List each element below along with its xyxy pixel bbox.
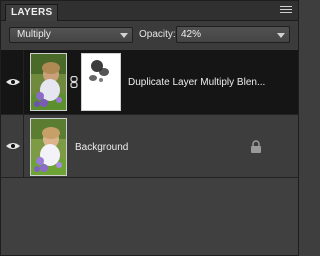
panel-menu-icon[interactable] [280,4,292,17]
visibility-toggle[interactable] [1,50,24,114]
panel-header: LAYERS [1,1,298,21]
layer-thumbnail[interactable] [30,118,67,176]
chain-link-icon[interactable] [70,76,78,88]
blend-mode-value: Multiply [17,29,51,40]
layer-controls: Multiply Opacity: 42% [1,22,298,49]
eye-icon [6,143,20,149]
opacity-label: Opacity: [139,29,176,40]
layers-tab[interactable]: LAYERS [5,4,59,21]
mask-thumbnail-icon [82,54,120,110]
layer-mask-thumbnail[interactable] [81,53,121,111]
layer-list: Duplicate Layer Multiply Blen... Backgro… [1,50,298,255]
blend-mode-select[interactable]: Multiply [9,27,133,43]
layer-row[interactable]: Background [1,115,298,178]
chevron-down-icon [120,33,128,38]
lock-icon [251,140,261,153]
photo-thumbnail-icon [31,54,66,110]
layer-thumbnail[interactable] [30,53,67,111]
chevron-down-icon [277,33,285,38]
opacity-value: 42% [181,29,202,40]
layer-row[interactable]: Duplicate Layer Multiply Blen... [1,50,298,115]
eye-icon [6,79,20,85]
layer-name[interactable]: Background [75,142,128,153]
visibility-toggle[interactable] [1,115,24,177]
opacity-field[interactable]: 42% [176,26,290,43]
layers-panel: LAYERS Multiply Opacity: 42% Duplicate L… [0,0,299,256]
photo-thumbnail-icon [31,119,66,175]
layer-name[interactable]: Duplicate Layer Multiply Blen... [128,77,265,88]
